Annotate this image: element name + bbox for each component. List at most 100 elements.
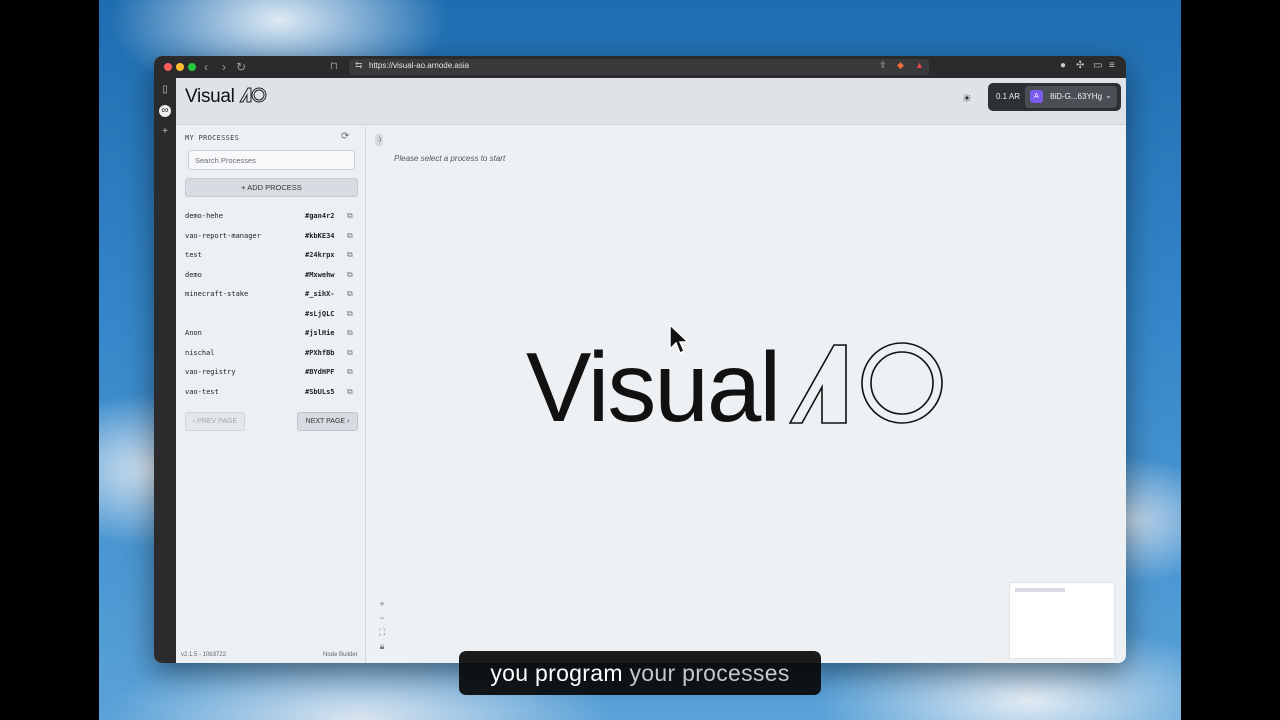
copy-icon[interactable]: ⧉ — [347, 328, 353, 338]
copy-icon[interactable]: ⧉ — [347, 231, 353, 241]
list-item[interactable]: nischal #PXhfBb ⧉ — [185, 345, 359, 365]
plus-icon: + — [241, 183, 246, 192]
minimap-node — [1015, 588, 1065, 592]
copy-icon[interactable]: ⧉ — [347, 348, 353, 358]
copy-icon[interactable]: ⧉ — [347, 309, 353, 319]
rewards-icon[interactable]: ▲ — [915, 60, 924, 70]
process-id: #_sihX- — [305, 290, 335, 298]
process-id: #sLjQLC — [305, 309, 335, 318]
process-name: demo — [185, 270, 202, 279]
process-id: #kbKE34 — [305, 231, 335, 240]
address-bar[interactable]: ⇆ https://visual-ao.arnode.asia ⇪ ◆ ▲ — [349, 59, 929, 75]
node-builder-label[interactable]: Node Builder — [323, 652, 358, 658]
minimap[interactable] — [1009, 582, 1115, 659]
list-item[interactable]: demo-hehe #gan4r2 ⧉ — [185, 208, 359, 228]
process-id: #gan4r2 — [305, 212, 335, 220]
lock-icon[interactable]: 🔒︎ — [375, 639, 389, 653]
logo-word: Visual — [185, 86, 235, 107]
wallet-widget[interactable]: 0.1 AR A 8iD-G...63YHg ⌄ — [988, 83, 1121, 111]
process-name: vao-report-manager — [185, 231, 261, 240]
big-logo: Visual — [526, 338, 948, 436]
list-item[interactable]: vao-registry #BYdHPF ⧉ — [185, 364, 359, 384]
tab-favicon-icon[interactable]: ∞ — [159, 105, 171, 117]
process-name: vao-test — [185, 387, 219, 396]
processes-sidebar: MY PROCESSES ⟳ + ADD PROCESS demo-hehe #… — [176, 126, 366, 663]
search-input[interactable] — [188, 150, 355, 170]
ar-balance: 0.1 AR — [996, 92, 1021, 101]
add-process-button[interactable]: + ADD PROCESS — [185, 178, 358, 197]
prev-page-label: PREV PAGE — [197, 418, 238, 425]
url-text[interactable]: https://visual-ao.arnode.asia — [369, 61, 469, 70]
copy-icon[interactable]: ⧉ — [347, 289, 353, 299]
copy-icon[interactable]: ⧉ — [347, 367, 353, 377]
new-tab-icon[interactable]: + — [159, 126, 171, 138]
big-logo-word: Visual — [526, 332, 781, 442]
copy-icon[interactable]: ⧉ — [347, 270, 353, 280]
process-list: demo-hehe #gan4r2 ⧉ vao-report-manager #… — [185, 208, 359, 403]
zoom-in-icon[interactable]: + — [375, 597, 389, 611]
chevron-right-icon: › — [347, 418, 350, 425]
app-logo[interactable]: Visual — [185, 86, 267, 110]
process-id: #SbULs5 — [305, 387, 335, 396]
brave-shield-icon[interactable]: ◆ — [897, 60, 904, 71]
refresh-icon[interactable]: ⟳ — [341, 131, 349, 142]
version-label: v2.1.5 - 10b3722 — [181, 652, 227, 658]
process-name: minecraft-stake — [185, 290, 249, 298]
smiley-button[interactable]: :) — [375, 134, 383, 146]
list-item[interactable]: test #24krpx ⧉ — [185, 247, 359, 267]
chevron-down-icon: ⌄ — [1105, 91, 1112, 100]
process-id: #PXhfBb — [305, 348, 335, 357]
list-item[interactable]: minecraft-stake #_sihX- ⧉ — [185, 286, 359, 306]
list-item[interactable]: demo #Mxwehw ⧉ — [185, 267, 359, 287]
maximize-window-button[interactable] — [188, 63, 196, 71]
video-frame: ‹ › ↻ ⊓ ⇆ https://visual-ao.arnode.asia … — [0, 0, 1280, 720]
panel-icon[interactable]: ▯ — [159, 84, 171, 96]
wallet-address-button[interactable]: A 8iD-G...63YHg ⌄ — [1025, 86, 1117, 108]
minimize-window-button[interactable] — [176, 63, 184, 71]
list-item[interactable]: Anon #jslHie ⧉ — [185, 325, 359, 345]
process-id: #BYdHPF — [305, 368, 335, 376]
list-item[interactable]: #sLjQLC ⧉ — [185, 306, 359, 326]
bookmark-icon[interactable]: ⊓ — [330, 59, 338, 75]
subtitle-caption: you program your processes — [459, 651, 821, 695]
process-name: test — [185, 251, 202, 259]
next-page-button[interactable]: NEXT PAGE › — [297, 412, 358, 431]
browser-sidebar: ▯ ∞ + — [154, 78, 176, 663]
next-page-label: NEXT PAGE — [305, 418, 346, 425]
avatar-icon: A — [1030, 90, 1043, 103]
site-settings-icon[interactable]: ⇆ — [355, 60, 363, 71]
process-id: #Mxwehw — [305, 270, 335, 279]
close-window-button[interactable] — [164, 63, 172, 71]
reload-icon[interactable]: ↻ — [236, 59, 246, 75]
list-item[interactable]: vao-test #SbULs5 ⧉ — [185, 384, 359, 404]
process-name: demo-hehe — [185, 212, 223, 220]
copy-icon[interactable]: ⧉ — [347, 250, 353, 260]
select-process-hint: Please select a process to start — [394, 154, 506, 163]
process-name: Anon — [185, 329, 202, 337]
wallet-address: 8iD-G...63YHg — [1050, 92, 1103, 101]
sidebar-title: MY PROCESSES — [185, 134, 240, 142]
browser-titlebar: ‹ › ↻ ⊓ ⇆ https://visual-ao.arnode.asia … — [154, 56, 1126, 78]
caption-part-1: you program — [490, 660, 630, 686]
forward-icon[interactable]: › — [222, 59, 226, 75]
menu-icon[interactable]: ≡ — [1109, 60, 1115, 71]
big-ao-mark-icon — [788, 342, 943, 424]
process-id: #jslHie — [305, 329, 335, 337]
zoom-controls: + − ⛶ 🔒︎ — [375, 597, 389, 653]
prev-page-button[interactable]: ‹ PREV PAGE — [185, 412, 245, 431]
app-header: Visual ☀ 0.1 AR A 8iD-G...63YHg ⌄ — [176, 78, 1126, 125]
list-item[interactable]: vao-report-manager #kbKE34 ⧉ — [185, 228, 359, 248]
fit-view-icon[interactable]: ⛶ — [375, 625, 389, 639]
browser-window: ‹ › ↻ ⊓ ⇆ https://visual-ao.arnode.asia … — [154, 56, 1126, 663]
copy-icon[interactable]: ⧉ — [347, 211, 353, 221]
theme-toggle-icon[interactable]: ☀ — [962, 92, 972, 105]
zoom-out-icon[interactable]: − — [375, 611, 389, 625]
puzzle-icon[interactable]: ✣ — [1076, 60, 1084, 71]
share-icon[interactable]: ⇪ — [879, 60, 887, 71]
back-icon[interactable]: ‹ — [204, 59, 208, 75]
flow-canvas[interactable]: :) Please select a process to start Visu… — [367, 126, 1126, 663]
sidebar-toggle-icon[interactable]: ▭ — [1093, 60, 1102, 71]
copy-icon[interactable]: ⧉ — [347, 387, 353, 397]
process-id: #24krpx — [305, 251, 335, 259]
extension-icon[interactable]: ● — [1060, 60, 1066, 71]
